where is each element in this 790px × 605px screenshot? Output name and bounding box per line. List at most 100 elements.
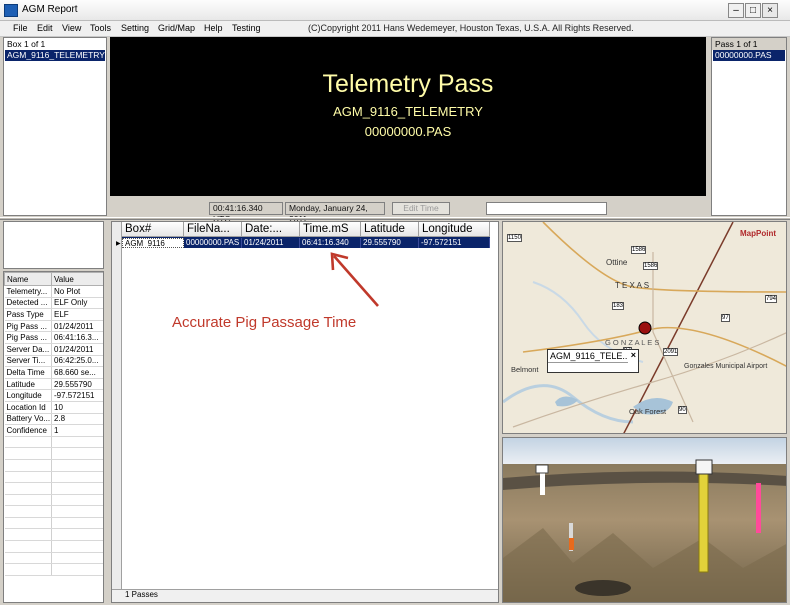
- menu-file[interactable]: File: [13, 23, 28, 33]
- mappoint-logo: MapPoint: [740, 229, 776, 238]
- minimize-button[interactable]: –: [728, 3, 744, 18]
- property-row[interactable]: Pig Pass ... 06:41:16.3...: [4, 331, 103, 344]
- property-name: Battery Vo...: [4, 413, 52, 426]
- property-value: 01/24/2011: [51, 343, 103, 356]
- map-panel[interactable]: 1150 1586 1586 183 794 97 97 2091 90 Map…: [502, 221, 787, 434]
- properties-name-header[interactable]: Name: [4, 272, 52, 286]
- property-row[interactable]: Longitude -97.572151: [4, 389, 103, 402]
- property-value: 68.660 se...: [51, 366, 103, 379]
- map-shield: 97: [721, 314, 730, 322]
- pass-list-item[interactable]: 00000000.PAS: [713, 50, 785, 61]
- property-value: 2.8: [51, 413, 103, 426]
- map-label-airport: Gonzales Municipal Airport: [684, 363, 768, 370]
- passes-grid: [111, 221, 499, 603]
- menu-view[interactable]: View: [62, 23, 81, 33]
- copyright-text: (C)Copyright 2011 Hans Wedemeyer, Housto…: [308, 23, 634, 33]
- map-shield: 794: [765, 295, 778, 303]
- date-display: Monday, January 24, 2011: [285, 202, 385, 224]
- map-label-ottine: Ottine: [606, 258, 628, 267]
- property-value: -97.572151: [51, 389, 103, 402]
- menu-testing[interactable]: Testing: [232, 23, 261, 33]
- property-row[interactable]: Latitude 29.555790: [4, 378, 103, 391]
- time-display: 00:41:16.340 UTC: [209, 202, 283, 224]
- property-row[interactable]: Battery Vo... 2.8: [4, 413, 103, 426]
- splitter[interactable]: [0, 217, 790, 220]
- property-row-empty: [4, 540, 103, 553]
- menu-edit[interactable]: Edit: [37, 23, 53, 33]
- property-name: Confidence: [4, 424, 52, 437]
- grid-cell-time[interactable]: 06:41:16.340: [300, 238, 361, 248]
- property-row[interactable]: Server Ti... 06:42:25.0...: [4, 355, 103, 368]
- status-input[interactable]: [486, 202, 607, 215]
- property-row[interactable]: Delta Time 68.660 se...: [4, 366, 103, 379]
- grid-cell-filename[interactable]: 00000000.PAS: [184, 238, 242, 248]
- close-button[interactable]: ×: [762, 3, 778, 18]
- property-row[interactable]: Confidence 1: [4, 424, 103, 437]
- display-file-name: 00000000.PAS: [364, 124, 452, 139]
- title-bar: AGM Report – □ ×: [0, 0, 790, 21]
- site-photo: [502, 437, 787, 603]
- grid-header-longitude[interactable]: Longitude: [419, 222, 490, 237]
- property-row[interactable]: Detected ... ELF Only: [4, 297, 103, 310]
- site-photo-image: [503, 438, 786, 602]
- grid-cell-latitude[interactable]: 29.555790: [361, 238, 419, 248]
- property-name: Detected ...: [4, 297, 52, 310]
- map-label-belmont: Belmont: [511, 365, 539, 374]
- property-row-empty: [4, 459, 103, 472]
- properties-table: Name Value Telemetry... No Plot Detected .…: [4, 272, 103, 576]
- property-value: ELF: [51, 308, 103, 321]
- property-row[interactable]: Server Da... 01/24/2011: [4, 343, 103, 356]
- property-value: 1: [51, 424, 103, 437]
- map-popup-close-icon[interactable]: ×: [631, 350, 636, 360]
- map-label-texas: T E X A S: [615, 281, 650, 290]
- grid-cell-date[interactable]: 01/24/2011: [242, 238, 300, 248]
- app-icon: [4, 4, 18, 17]
- property-row[interactable]: Pig Pass ... 01/24/2011: [4, 320, 103, 333]
- grid-header-time[interactable]: Time.mS: [300, 222, 361, 237]
- property-name: Longitude: [4, 389, 52, 402]
- grid-header-box[interactable]: Box#: [122, 222, 184, 237]
- grid-header-latitude[interactable]: Latitude: [361, 222, 419, 237]
- box-list-pane[interactable]: Box 1 of 1 AGM_9116_TELEMETRY: [3, 37, 107, 216]
- property-name: Pass Type: [4, 308, 52, 321]
- info-panel: [3, 221, 104, 269]
- property-name: Pig Pass ...: [4, 320, 52, 333]
- maximize-button[interactable]: □: [745, 3, 761, 18]
- menu-help[interactable]: Help: [204, 23, 223, 33]
- property-row-empty: [4, 563, 103, 576]
- pass-list-header: Pass 1 of 1: [715, 39, 758, 49]
- row-header-column: [112, 222, 122, 592]
- property-row-empty: [4, 528, 103, 542]
- grid-header-filename[interactable]: FileNa...: [184, 222, 242, 237]
- property-value: No Plot: [51, 285, 103, 298]
- map-popup[interactable]: AGM_9116_TELE... ×: [547, 349, 639, 373]
- property-row-empty: [4, 447, 103, 460]
- property-row[interactable]: Location Id 10: [4, 401, 103, 414]
- menu-grid-map[interactable]: Grid/Map: [158, 23, 195, 33]
- menu-setting[interactable]: Setting: [121, 23, 149, 33]
- property-row[interactable]: Telemetry... No Plot: [4, 285, 103, 298]
- property-row-empty: [4, 436, 103, 449]
- grid-header-date[interactable]: Date:...: [242, 222, 300, 237]
- edit-time-button[interactable]: Edit Time: [392, 202, 450, 215]
- annotation-text: Accurate Pig Passage Time: [172, 314, 357, 331]
- map-label-oak-forest: Oak Forest: [629, 407, 667, 416]
- window-title: AGM Report: [22, 4, 78, 15]
- property-row-empty: [4, 482, 103, 495]
- property-name: Pig Pass ...: [4, 331, 52, 344]
- properties-value-header[interactable]: Value: [51, 272, 103, 286]
- grid-cell-longitude[interactable]: -97.572151: [419, 238, 490, 248]
- annotation-arrow-icon: [330, 252, 379, 307]
- property-row[interactable]: Pass Type ELF: [4, 308, 103, 321]
- box-list-item[interactable]: AGM_9116_TELEMETRY: [5, 50, 105, 61]
- menu-tools[interactable]: Tools: [90, 23, 111, 33]
- property-value: ELF Only: [51, 297, 103, 310]
- display-title: Telemetry Pass: [322, 70, 494, 98]
- property-value: 01/24/2011: [51, 320, 103, 333]
- map-shield: 2091: [663, 348, 679, 356]
- property-name: Location Id: [4, 401, 52, 414]
- pass-list-pane[interactable]: Pass 1 of 1 00000000.PAS: [711, 37, 787, 216]
- grid-cell-box[interactable]: AGM_9116_: [122, 238, 184, 248]
- property-row-empty: [4, 494, 103, 507]
- property-row-empty: [4, 552, 103, 565]
